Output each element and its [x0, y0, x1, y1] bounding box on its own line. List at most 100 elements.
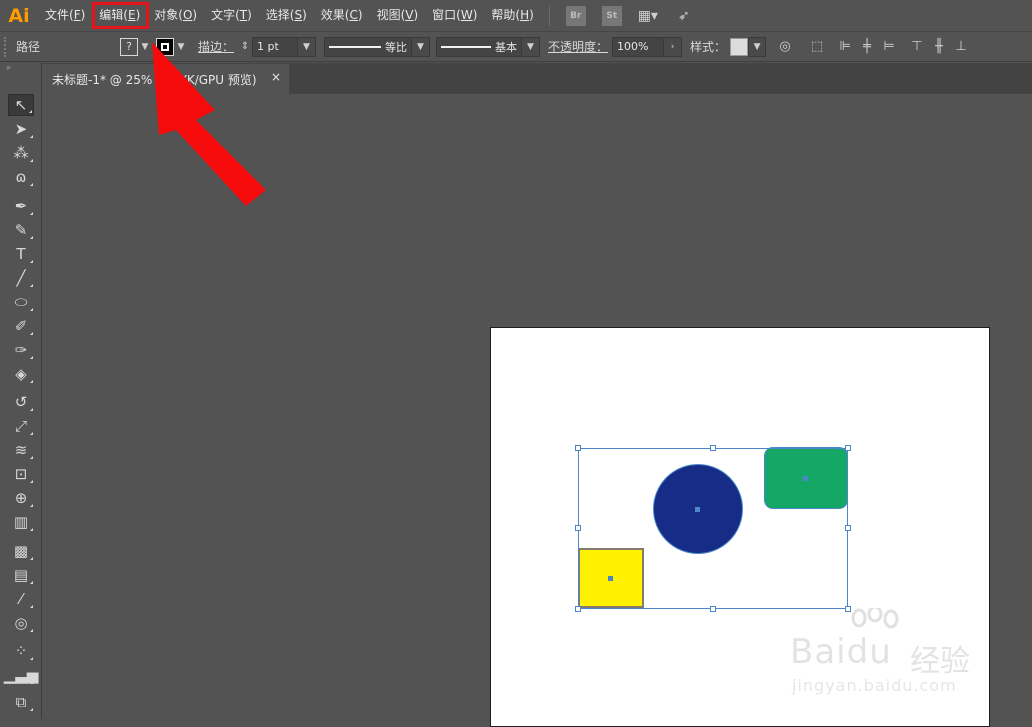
watermark-url: jingyan.baidu.com [792, 676, 957, 695]
mesh-tool-icon[interactable]: ▩ [8, 540, 34, 562]
type-tool-icon[interactable]: T [8, 243, 34, 265]
menu-edit-tail: ) [135, 8, 141, 22]
style-label: 样式： [690, 40, 727, 54]
rotate-tool-icon[interactable]: ↺ [8, 391, 34, 413]
menu-effect-tail: ) [357, 8, 363, 22]
align-horizontal-center-icon[interactable]: ╪ [856, 36, 878, 58]
stock-icon[interactable]: St [601, 5, 622, 26]
align-to-selection-icon[interactable]: ⬚ [806, 36, 828, 58]
stroke-weight-field[interactable]: 1 pt [252, 36, 299, 57]
menu-window-label: 窗口( [432, 8, 461, 22]
magic-wand-tool-icon[interactable]: ⁂ [8, 142, 34, 164]
document-tab[interactable]: 未标题-1* @ 25% (CMYK/GPU 预览) × [42, 64, 289, 94]
stroke-label[interactable]: 描边： [198, 38, 234, 55]
yellow-rectangle-center-point [608, 576, 613, 581]
shaper-tool-icon[interactable]: ✑ [8, 339, 34, 361]
stroke-swatch-inner [161, 42, 169, 51]
opacity-expand-icon[interactable]: › [664, 36, 683, 57]
profile-line-sample [329, 45, 382, 48]
blend-tool-icon[interactable]: ◎ [8, 612, 34, 634]
direct-selection-tool-icon[interactable]: ➤ [8, 118, 34, 140]
tools-panel: » ↖ ➤ ⁂ ɷ ✒ ✎ T ╱ ⬭ ✐ ✑ ◈ ↺ ⤢ ≋ ⊡ ⊕ ▥ ▩ … [0, 63, 42, 719]
menu-view-tail: ) [413, 8, 419, 22]
opacity-field[interactable]: 100% [612, 36, 665, 57]
menu-window-key: W [460, 8, 473, 22]
app-logo: Ai [8, 4, 30, 27]
gradient-tool-icon[interactable]: ▤ [8, 564, 34, 586]
free-transform-tool-icon[interactable]: ⊡ [8, 463, 34, 485]
ellipse-tool-icon[interactable]: ⬭ [8, 291, 34, 313]
bbox-handle-bottom-left[interactable] [575, 606, 581, 612]
eraser-tool-icon[interactable]: ◈ [8, 363, 34, 385]
brush-definition[interactable]: 基本 [436, 36, 523, 57]
eyedropper-tool-icon[interactable]: ⁄ [8, 588, 34, 610]
fill-caret-icon[interactable]: ▼ [138, 42, 152, 52]
menu-window[interactable]: 窗口(W) [425, 0, 484, 31]
paintbrush-tool-icon[interactable]: ✐ [8, 315, 34, 337]
green-rectangle-center-point [803, 476, 808, 481]
variable-width-profile[interactable]: 等比 [324, 36, 413, 57]
watermark-brand-part2: du [846, 632, 892, 672]
stroke-stepper-icon[interactable]: ⇕ [238, 41, 252, 52]
menu-effect[interactable]: 效果(C) [314, 0, 370, 31]
width-tool-icon[interactable]: ≋ [8, 439, 34, 461]
menu-select-label: 选择( [265, 8, 295, 22]
selection-tool-icon[interactable]: ↖ [8, 94, 34, 116]
menu-help-key: H [520, 8, 530, 22]
bbox-handle-top-center[interactable] [710, 445, 716, 451]
menu-file[interactable]: 文件(F) [38, 0, 92, 31]
perspective-grid-tool-icon[interactable]: ▥ [8, 511, 34, 533]
align-bottom-icon[interactable]: ⊥ [950, 36, 972, 58]
rocket-icon[interactable]: ➶ [674, 6, 694, 26]
menu-object[interactable]: 对象(O) [147, 0, 204, 31]
stroke-weight-dropdown-icon[interactable]: ▼ [298, 36, 317, 57]
symbol-sprayer-tool-icon[interactable]: ⁘ [8, 640, 34, 662]
menu-select[interactable]: 选择(S) [259, 0, 314, 31]
bridge-icon[interactable]: Br [565, 5, 586, 26]
graphic-style-swatch[interactable] [730, 37, 749, 56]
line-tool-icon[interactable]: ╱ [8, 267, 34, 289]
menu-help[interactable]: 帮助(H) [484, 0, 540, 31]
artboard-tool-icon[interactable]: ⧉ [8, 691, 34, 713]
document-tab-title: 未标题-1* @ 25% (CMYK/GPU 预览) [52, 72, 257, 87]
bbox-handle-top-right[interactable] [845, 445, 851, 451]
menu-effect-key: C [349, 8, 358, 22]
fill-swatch[interactable]: ? [120, 37, 138, 56]
menu-help-tail: ) [529, 8, 534, 22]
scale-tool-icon[interactable]: ⤢ [8, 415, 34, 437]
stroke-caret-icon[interactable]: ▼ [174, 42, 188, 52]
menu-object-key: O [182, 8, 193, 22]
style-dropdown-icon[interactable]: ▼ [748, 36, 767, 57]
curvature-tool-icon[interactable]: ✎ [8, 219, 34, 241]
tools-panel-collapse-icon[interactable]: » [0, 63, 41, 73]
selection-bounding-box[interactable] [578, 448, 848, 609]
align-right-icon[interactable]: ⊨ [878, 36, 900, 58]
menu-edit-label: 编辑( [99, 8, 128, 22]
menu-bar: Ai 文件(F) 编辑(E) 对象(O) 文字(T) 选择(S) 效果(C) 视… [0, 0, 1032, 31]
control-bar-grip[interactable] [4, 36, 10, 57]
align-vertical-center-icon[interactable]: ╫ [928, 36, 950, 58]
bbox-handle-middle-left[interactable] [575, 525, 581, 531]
brush-dropdown-icon[interactable]: ▼ [522, 36, 541, 57]
lasso-tool-icon[interactable]: ɷ [8, 166, 34, 188]
menu-view[interactable]: 视图(V) [370, 0, 426, 31]
close-icon[interactable]: × [271, 70, 281, 84]
column-graph-tool-icon[interactable]: ▁▃▅ [4, 664, 38, 686]
bbox-handle-top-left[interactable] [575, 445, 581, 451]
menu-select-key: S [294, 8, 303, 22]
bbox-handle-bottom-center[interactable] [710, 606, 716, 612]
stroke-swatch[interactable] [156, 37, 174, 56]
workspace-layout-icon[interactable]: ▦▾ [638, 6, 658, 26]
brush-label: 基本 [495, 40, 518, 54]
shape-builder-tool-icon[interactable]: ⊕ [8, 487, 34, 509]
menu-type[interactable]: 文字(T) [204, 0, 259, 31]
opacity-label[interactable]: 不透明度： [548, 38, 608, 55]
recolor-artwork-icon[interactable]: ◎ [774, 36, 796, 58]
bbox-handle-middle-right[interactable] [845, 525, 851, 531]
menu-effect-label: 效果( [320, 8, 350, 22]
profile-dropdown-icon[interactable]: ▼ [412, 36, 431, 57]
menu-edit[interactable]: 编辑(E) [92, 0, 150, 31]
pen-tool-icon[interactable]: ✒ [8, 195, 34, 217]
align-top-icon[interactable]: ⊤ [906, 36, 928, 58]
align-left-icon[interactable]: ⊫ [834, 36, 856, 58]
